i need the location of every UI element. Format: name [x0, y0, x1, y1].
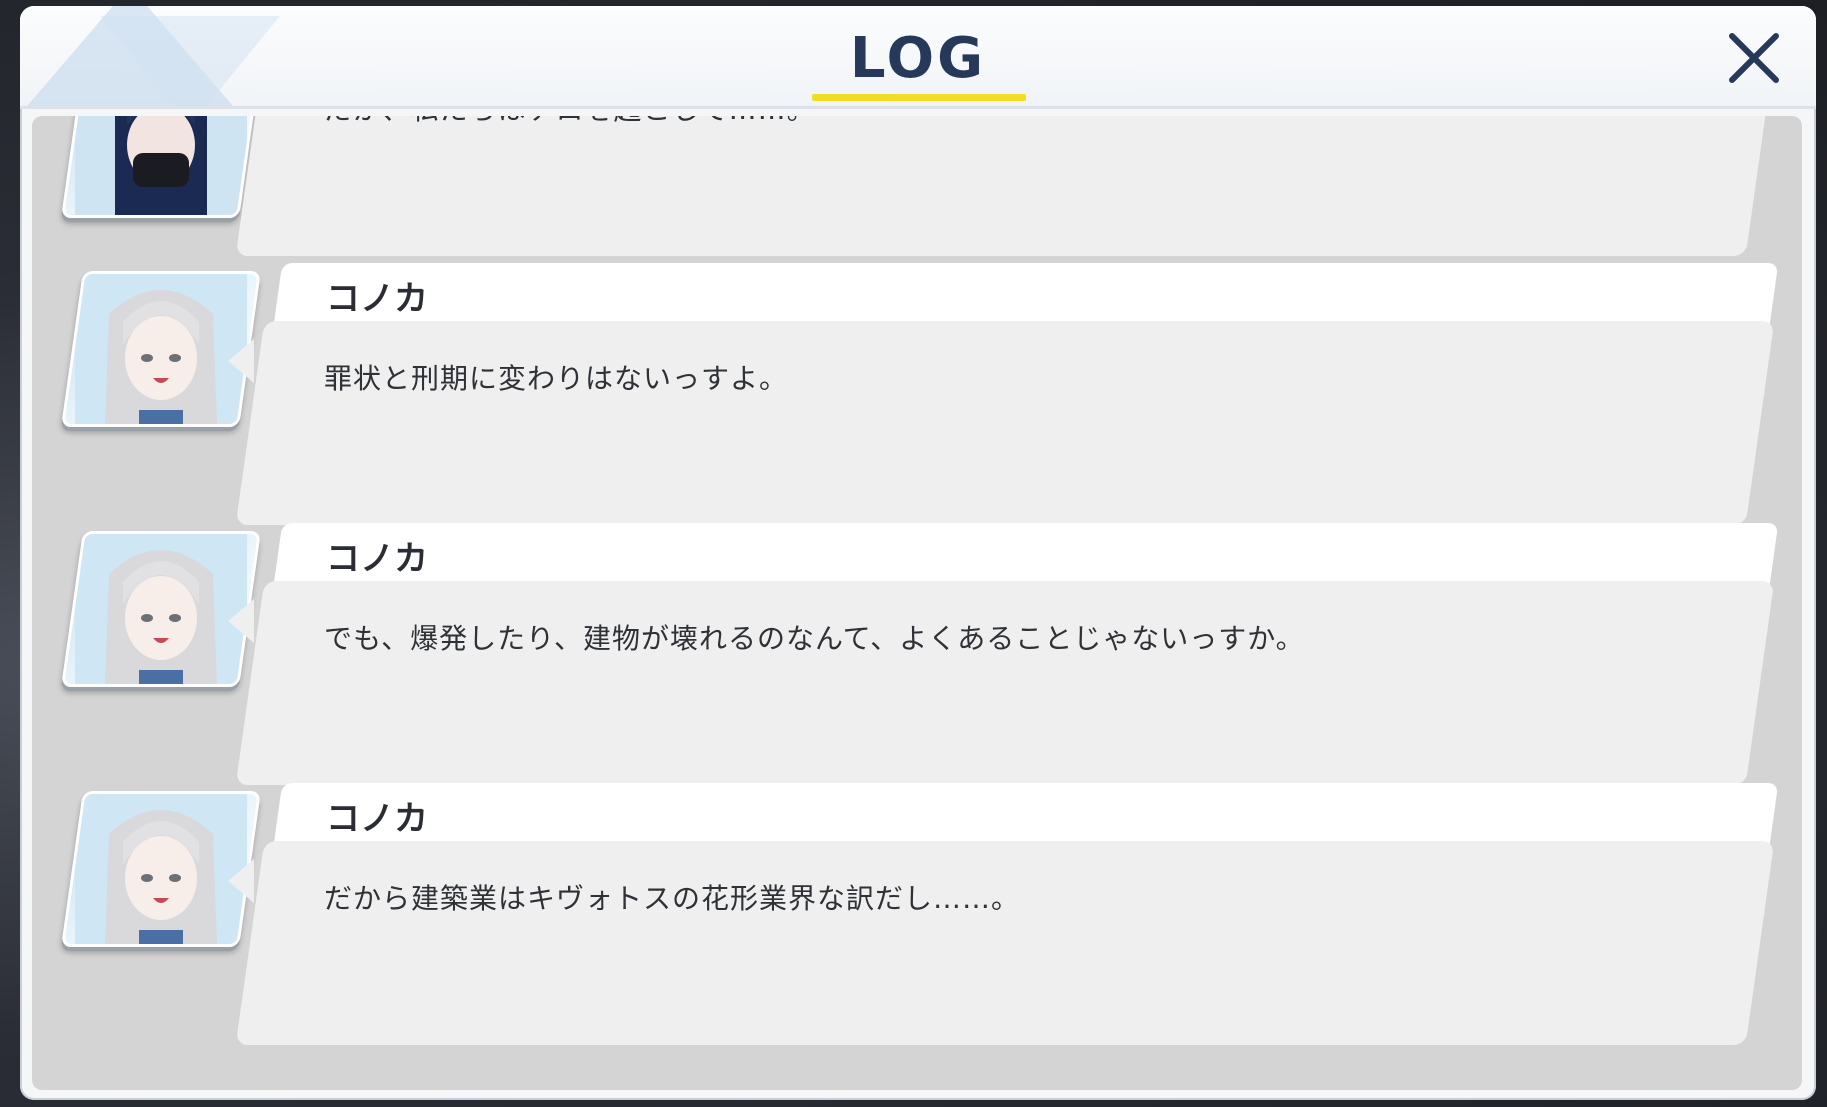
dialogue-bubble — [235, 581, 1775, 785]
dialogue-text: 罪状と刑期に変わりはないっすよ。 — [324, 362, 789, 395]
dialogue-text: でも、爆発したり、建物が壊れるのなんて、よくあることじゃないっすか。 — [324, 622, 1305, 655]
speaker-name: コノカ — [326, 539, 428, 579]
log-header: LOG — [20, 6, 1816, 109]
bubble-pointer — [228, 599, 254, 643]
dialogue-bubble — [235, 841, 1775, 1045]
speaker-name: コノカ — [326, 799, 428, 839]
avatar — [61, 116, 261, 218]
character-portrait-icon — [75, 534, 247, 684]
close-button[interactable] — [1718, 22, 1790, 94]
log-entry: コノカ だから建築業はキヴォトスの花形業界な訳だし……。 — [32, 783, 1802, 1050]
log-entry: だが、私たちはテロを起こして……。 — [32, 116, 1802, 261]
close-icon — [1729, 33, 1779, 83]
speaker-name-bar — [273, 783, 1779, 845]
character-portrait-icon — [75, 794, 247, 944]
speaker-name-bar — [273, 263, 1779, 325]
dialogue-text: だが、私たちはテロを起こして……。 — [324, 116, 816, 128]
speaker-name-bar — [273, 523, 1779, 585]
bubble-pointer — [228, 339, 254, 383]
character-portrait-icon — [75, 274, 247, 424]
speaker-name: コノカ — [326, 279, 428, 319]
dialogue-bubble — [235, 321, 1775, 525]
dialogue-text: だから建築業はキヴォトスの花形業界な訳だし……。 — [324, 882, 1021, 915]
page-title: LOG — [849, 26, 987, 91]
title-underline — [812, 94, 1026, 101]
log-window: LOG だが、私たちはテロを起こし — [20, 6, 1816, 1100]
log-list[interactable]: だが、私たちはテロを起こして……。 コノカ 罪状と刑期に変わり — [32, 116, 1802, 1090]
character-portrait-icon — [75, 116, 247, 215]
dialogue-bubble — [235, 116, 1775, 256]
bubble-pointer — [228, 859, 254, 903]
log-entry: コノカ でも、爆発したり、建物が壊れるのなんて、よくあることじゃないっすか。 — [32, 523, 1802, 790]
log-entry: コノカ 罪状と刑期に変わりはないっすよ。 — [32, 263, 1802, 530]
